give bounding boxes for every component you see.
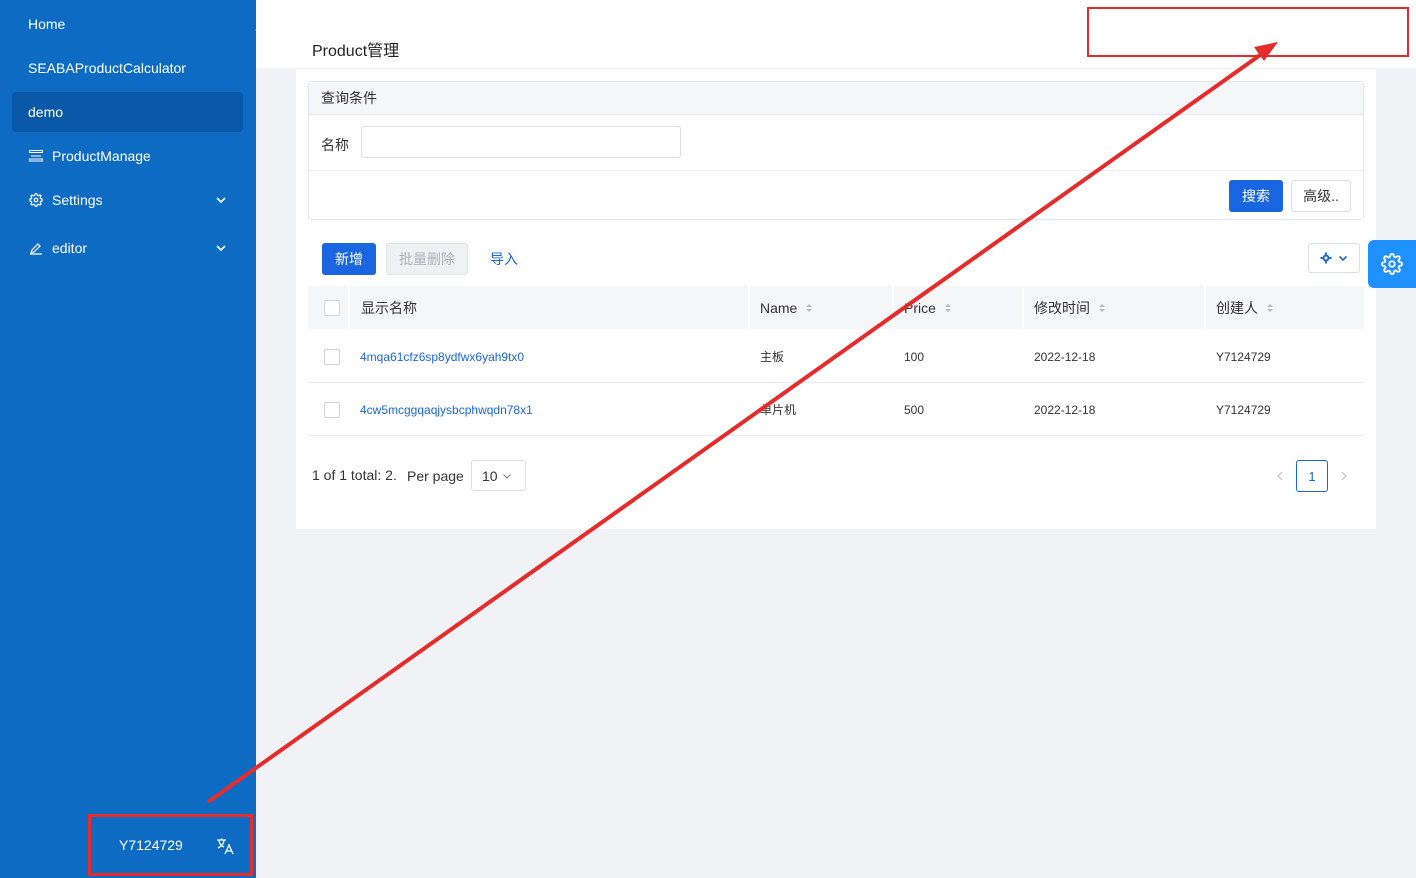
chevron-left-icon <box>1277 471 1283 481</box>
column-header-price[interactable]: Price <box>904 286 952 329</box>
cell-creator: Y7124729 <box>1216 402 1271 417</box>
gear-icon <box>28 192 44 208</box>
sidebar-item-label: editor <box>52 240 88 256</box>
per-page-value: 10 <box>482 467 498 484</box>
sidebar: Home SEABAProductCalculator demo Product… <box>0 0 256 878</box>
search-button[interactable]: 搜索 <box>1229 180 1283 212</box>
column-header-creator[interactable]: 创建人 <box>1216 286 1274 329</box>
gear-icon <box>1320 252 1332 264</box>
chevron-down-icon <box>1338 255 1348 262</box>
translate-icon[interactable] <box>216 837 234 858</box>
page-button[interactable]: 1 <box>1296 460 1328 492</box>
page-title: Product管理 <box>312 43 400 60</box>
cell-name: 主板 <box>760 350 785 364</box>
cell-creator: Y7124729 <box>1216 349 1271 364</box>
column-header-name[interactable]: Name <box>760 286 813 329</box>
divider <box>309 170 1363 171</box>
chevron-down-icon <box>215 241 227 257</box>
sidebar-item-demo[interactable]: demo <box>12 92 243 132</box>
cell-price: 500 <box>904 402 925 417</box>
per-page-select[interactable]: 10 <box>471 460 526 491</box>
batch-delete-button[interactable]: 批量删除 <box>386 243 468 275</box>
sidebar-item-label: ProductManage <box>52 148 151 164</box>
advanced-button[interactable]: 高级.. <box>1291 180 1351 212</box>
sidebar-item-seabaproductcalculator[interactable]: SEABAProductCalculator <box>12 48 243 88</box>
username[interactable]: Y7124729 <box>119 837 183 853</box>
sort-icon[interactable] <box>1098 302 1106 314</box>
sidebar-item-label: Home <box>28 16 66 32</box>
display-name-link[interactable]: 4cw5mcggqaqjysbcphwqdn78x1 <box>360 383 533 436</box>
column-settings-dropdown[interactable] <box>1308 243 1360 273</box>
select-all-checkbox[interactable] <box>324 286 340 329</box>
chevron-down-icon <box>215 193 227 209</box>
import-button[interactable]: 导入 <box>480 243 528 275</box>
sort-icon[interactable] <box>944 302 952 314</box>
sidebar-item-label: Settings <box>52 192 103 208</box>
row-checkbox[interactable] <box>324 330 340 383</box>
floating-settings-button[interactable] <box>1368 240 1416 288</box>
query-panel: 查询条件 名称 <box>308 81 1364 220</box>
column-header-modified[interactable]: 修改时间 <box>1034 286 1106 329</box>
sidebar-item-home[interactable]: Home <box>12 4 243 44</box>
table-row: 4cw5mcggqaqjysbcphwqdn78x1 单片机 500 2022-… <box>308 383 1364 436</box>
edit-icon <box>28 240 44 256</box>
sort-icon[interactable] <box>805 302 813 314</box>
user-box: Y7124729 <box>88 814 253 876</box>
sidebar-item-label: SEABAProductCalculator <box>28 60 186 76</box>
column-header-display-name: 显示名称 <box>361 299 417 316</box>
annotation-box <box>1087 7 1409 57</box>
chevron-down-icon <box>502 473 511 479</box>
name-input[interactable] <box>361 126 681 158</box>
table-header: 显示名称 Name Price 修改时间 创建人 <box>308 286 1364 329</box>
sidebar-item-settings[interactable]: Settings <box>12 180 243 220</box>
sidebar-item-editor[interactable]: editor <box>12 228 243 268</box>
display-name-link[interactable]: 4mqa61cfz6sp8ydfwx6yah9tx0 <box>360 330 524 383</box>
cell-price: 100 <box>904 349 925 364</box>
list-icon <box>28 148 44 164</box>
gear-icon <box>1381 253 1403 275</box>
chevron-right-icon <box>1341 471 1347 481</box>
sidebar-item-productmanage[interactable]: ProductManage <box>12 136 243 176</box>
table-row: 4mqa61cfz6sp8ydfwx6yah9tx0 主板 100 2022-1… <box>308 330 1364 383</box>
add-button[interactable]: 新增 <box>322 243 376 275</box>
cell-modified: 2022-12-18 <box>1034 402 1096 417</box>
sidebar-item-label: demo <box>28 104 64 120</box>
row-checkbox[interactable] <box>324 383 340 436</box>
per-page-label: Per page <box>407 468 464 484</box>
name-label: 名称 <box>321 137 349 153</box>
cell-modified: 2022-12-18 <box>1034 349 1096 364</box>
query-header: 查询条件 <box>309 82 1363 115</box>
pagination-summary: 1 of 1 total: 2. <box>312 467 397 483</box>
next-page-button[interactable] <box>1328 460 1360 492</box>
prev-page-button[interactable] <box>1264 460 1296 492</box>
cell-name: 单片机 <box>760 403 797 417</box>
sort-icon[interactable] <box>1266 302 1274 314</box>
